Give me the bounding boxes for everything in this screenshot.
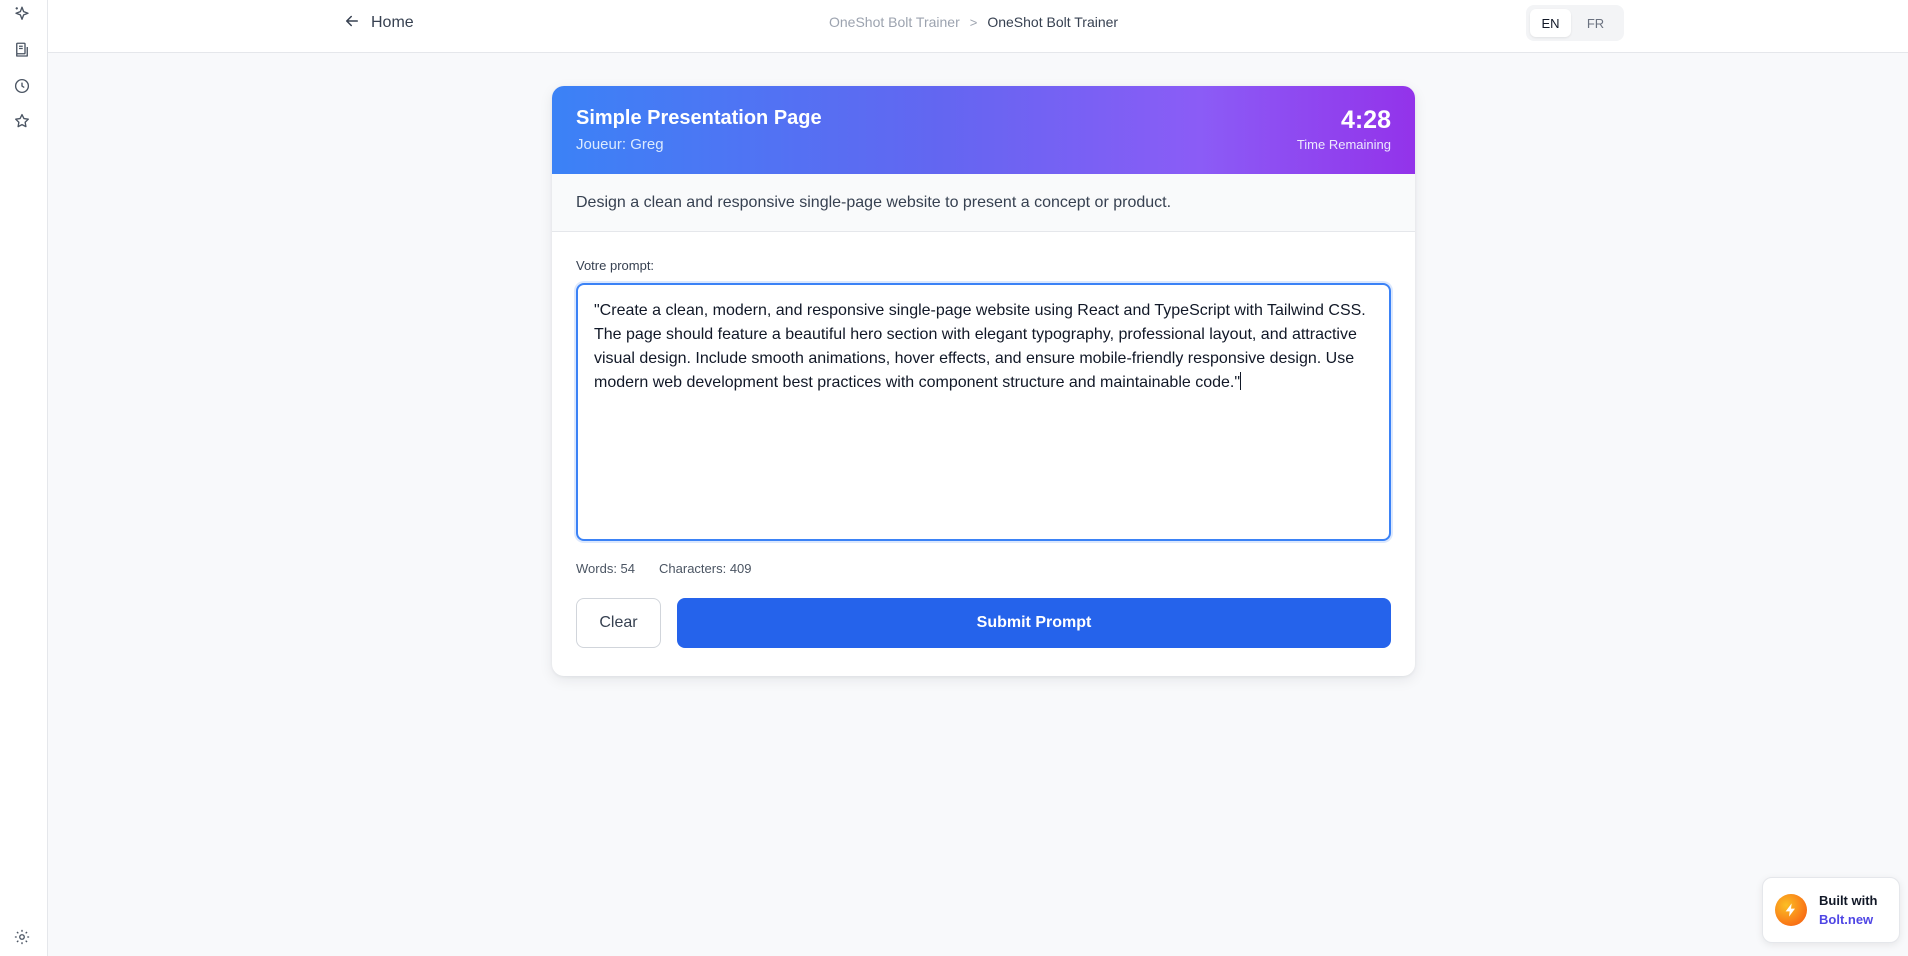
text-caret [1240, 372, 1242, 390]
library-icon[interactable] [12, 40, 32, 60]
prompt-text: "Create a clean, modern, and responsive … [594, 302, 1366, 391]
arrow-left-icon [343, 12, 361, 35]
breadcrumb: OneShot Bolt Trainer > OneShot Bolt Trai… [829, 14, 1118, 30]
breadcrumb-item-parent[interactable]: OneShot Bolt Trainer [829, 14, 960, 30]
language-en-button[interactable]: EN [1530, 9, 1571, 37]
challenge-description: Design a clean and responsive single-pag… [552, 174, 1415, 232]
breadcrumb-separator: > [969, 14, 978, 30]
card-body: Votre prompt: "Create a clean, modern, a… [552, 232, 1415, 648]
timer-value: 4:28 [1340, 106, 1391, 134]
card-header: Simple Presentation Page Joueur: Greg 4:… [552, 86, 1415, 174]
home-link[interactable]: Home [343, 10, 414, 36]
bolt-icon [1775, 894, 1807, 926]
breadcrumb-item-current: OneShot Bolt Trainer [987, 14, 1119, 30]
sidebar-rail [0, 0, 48, 956]
sparkle-icon[interactable] [12, 4, 32, 24]
word-count: Words: 54 [576, 561, 636, 576]
character-count: Characters: 409 [659, 561, 752, 576]
bolt-badge-link[interactable]: Bolt.new [1819, 910, 1878, 929]
prompt-stats: Words: 54 Characters: 409 [576, 561, 1391, 576]
language-fr-button[interactable]: FR [1575, 9, 1616, 37]
prompt-actions: Clear Submit Prompt [576, 598, 1391, 648]
prompt-textarea[interactable]: "Create a clean, modern, and responsive … [576, 283, 1391, 541]
timer: 4:28 Time Remaining [1297, 106, 1391, 152]
player-name: Joueur: Greg [576, 136, 664, 153]
timer-label: Time Remaining [1296, 137, 1391, 152]
gear-icon[interactable] [12, 927, 32, 947]
built-with-bolt-badge[interactable]: Built with Bolt.new [1762, 877, 1900, 943]
top-bar: Home OneShot Bolt Trainer > OneShot Bolt… [48, 0, 1908, 53]
star-icon[interactable] [12, 111, 32, 131]
bolt-badge-text: Built with Bolt.new [1819, 891, 1878, 929]
home-label: Home [371, 14, 414, 31]
prompt-card: Simple Presentation Page Joueur: Greg 4:… [552, 86, 1415, 676]
challenge-title: Simple Presentation Page [576, 107, 822, 129]
prompt-label: Votre prompt: [576, 258, 655, 273]
bolt-badge-line1: Built with [1819, 893, 1878, 908]
submit-prompt-button[interactable]: Submit Prompt [677, 598, 1391, 648]
language-switcher: EN FR [1526, 5, 1624, 41]
clear-button[interactable]: Clear [576, 598, 661, 648]
clock-icon[interactable] [12, 76, 32, 96]
